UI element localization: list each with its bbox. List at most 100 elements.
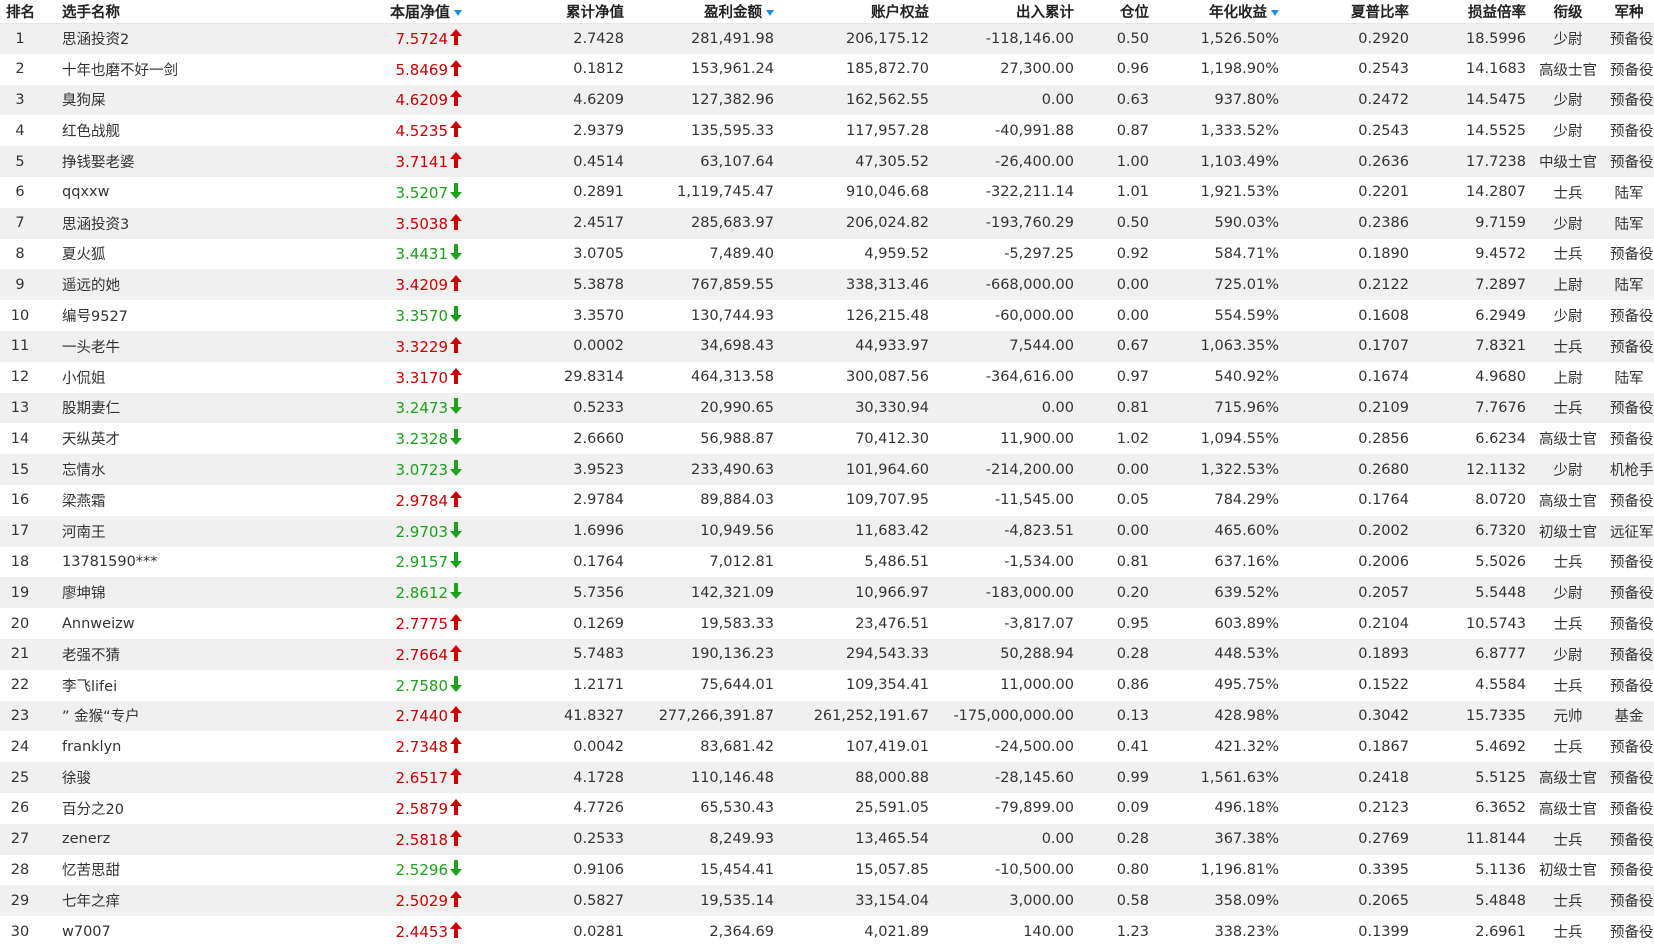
col-header-rank[interactable]: 排名 xyxy=(0,0,40,24)
table-row[interactable]: 11 一头老牛 3.3229 0.0002 34,698.43 44,933.97 7,54… xyxy=(0,330,1654,362)
cell-player-name[interactable]: 忘情水 xyxy=(40,454,240,485)
arrow-up-icon xyxy=(450,152,462,169)
cell-sharpe: 0.1608 xyxy=(1358,307,1409,324)
table-row[interactable]: 15 忘情水 3.0723 3.9523 233,490.63 101,964.60 -21… xyxy=(0,454,1654,485)
cell-player-name[interactable]: 思涵投资2 xyxy=(40,23,240,54)
table-row[interactable]: 23 ” 金猴“专户 2.7440 41.8327 277,266,391.87 261,… xyxy=(0,700,1654,732)
sort-desc-icon[interactable] xyxy=(766,9,774,16)
cell-army: 预备役 xyxy=(1610,155,1654,172)
cell-profit: 56,988.87 xyxy=(700,430,774,447)
cell-sharpe: 0.2856 xyxy=(1358,430,1409,447)
table-row[interactable]: 17 河南王 2.9703 1.6996 10,949.56 11,683.42 -4,82… xyxy=(0,515,1654,547)
col-header-equity[interactable]: 账户权益 xyxy=(780,0,935,24)
cell-sharpe: 0.1522 xyxy=(1358,677,1409,694)
col-header-army[interactable]: 军种 xyxy=(1604,0,1654,24)
table-row[interactable]: 19 廖坤锦 2.8612 5.7356 142,321.09 10,966.97 -183… xyxy=(0,577,1654,609)
table-row[interactable]: 20 Annweizw 2.7775 0.1269 19,583.33 23,476.51… xyxy=(0,608,1654,639)
cell-net-value: 5.8469 xyxy=(395,60,449,79)
table-row[interactable]: 4 红色战舰 4.5235 2.9379 135,595.33 117,957.28 -40… xyxy=(0,115,1654,147)
col-header-profit[interactable]: 盈利金额 xyxy=(630,0,780,24)
table-row[interactable]: 29 七年之痒 2.5029 0.5827 19,535.14 33,154.04 3,00… xyxy=(0,885,1654,917)
table-row[interactable]: 26 百分之20 2.5879 4.7726 65,530.43 25,591.05 -79… xyxy=(0,792,1654,824)
cell-player-name[interactable]: 十年也磨不好一剑 xyxy=(40,54,240,85)
table-row[interactable]: 25 徐骏 2.6517 4.1728 110,146.48 88,000.88 -28,1… xyxy=(0,762,1654,793)
cell-player-name[interactable]: 红色战舰 xyxy=(40,115,240,146)
cell-cum-net: 0.2533 xyxy=(573,831,624,848)
table-row[interactable]: 22 李飞lifei 2.7580 1.2171 75,644.01 109,354.41… xyxy=(0,669,1654,701)
cell-net: 2.5029 xyxy=(240,885,480,916)
cell-player-name[interactable]: 李飞lifei xyxy=(40,670,240,701)
cell-player-name[interactable]: 河南王 xyxy=(40,516,240,547)
cell-player-name[interactable]: qqxxw xyxy=(40,177,240,208)
cell-player-name[interactable]: 股期妻仁 xyxy=(40,393,240,424)
table-row[interactable]: 2 十年也磨不好一剑 5.8469 0.1812 153,961.24 185,872.7… xyxy=(0,53,1654,85)
sort-desc-icon[interactable] xyxy=(1271,9,1279,16)
table-row[interactable]: 13 股期妻仁 3.2473 0.5233 20,990.65 30,330.94 0.00… xyxy=(0,392,1654,424)
cell-player-name[interactable]: 思涵投资3 xyxy=(40,208,240,239)
cell-player-name[interactable]: 天纵英才 xyxy=(40,423,240,454)
col-header-flow[interactable]: 出入累计 xyxy=(935,0,1080,24)
cell-player-name[interactable]: 忆苦思甜 xyxy=(40,855,240,886)
table-row[interactable]: 3 臭狗屎 4.6209 4.6209 127,382.96 162,562.55 0.00… xyxy=(0,84,1654,116)
cell-player-name[interactable]: w7007 xyxy=(40,916,240,947)
cell-player-name[interactable]: 一头老牛 xyxy=(40,331,240,362)
col-header-cum-net[interactable]: 累计净值 xyxy=(480,0,630,24)
table-row[interactable]: 28 忆苦思甜 2.5296 0.9106 15,454.41 15,057.85 -10,… xyxy=(0,854,1654,886)
cell-player-name[interactable]: franklyn xyxy=(40,731,240,762)
cell-position: 0.00 xyxy=(1116,523,1149,540)
col-header-pl-ratio[interactable]: 损益倍率 xyxy=(1415,0,1532,24)
cell-flow: -193,760.29 xyxy=(985,215,1074,232)
cell-player-name[interactable]: ” 金猴“专户 xyxy=(40,701,240,732)
cell-player-name[interactable]: 七年之痒 xyxy=(40,885,240,916)
cell-player-name[interactable]: 13781590*** xyxy=(40,547,240,578)
table-row[interactable]: 10 编号9527 3.3570 3.3570 130,744.93 126,215.48… xyxy=(0,300,1654,331)
cell-player-name[interactable]: 老强不猜 xyxy=(40,639,240,670)
cell-player-name[interactable]: Annweizw xyxy=(40,608,240,639)
table-row[interactable]: 9 遥远的她 3.4209 5.3878 767,859.55 338,313.46 -66… xyxy=(0,269,1654,301)
col-header-name[interactable]: 选手名称 xyxy=(40,0,240,24)
cell-player-name[interactable]: 遥远的她 xyxy=(40,269,240,300)
col-header-title-rank[interactable]: 衔级 xyxy=(1532,0,1604,24)
cell-player-name[interactable]: 徐骏 xyxy=(40,762,240,793)
cell-player-name[interactable]: 小侃姐 xyxy=(40,362,240,393)
col-header-annual[interactable]: 年化收益 xyxy=(1155,0,1285,24)
cell-net-value: 2.5818 xyxy=(395,830,449,849)
col-header-net[interactable]: 本届净值 xyxy=(240,0,480,24)
table-row[interactable]: 24 franklyn 2.7348 0.0042 83,681.42 107,419.0… xyxy=(0,731,1654,763)
cell-player-name[interactable]: 夏火狐 xyxy=(40,239,240,270)
cell-flow: 0.00 xyxy=(1041,91,1074,108)
table-row[interactable]: 27 zenerz 2.5818 0.2533 8,249.93 13,465.54 0.0… xyxy=(0,823,1654,855)
table-row[interactable]: 1 思涵投资2 7.5724 2.7428 281,491.98 206,175.12 -1… xyxy=(0,23,1654,54)
table-row[interactable]: 6 qqxxw 3.5207 0.2891 1,119,745.47 910,046.68… xyxy=(0,176,1654,208)
cell-army: 陆军 xyxy=(1614,370,1644,387)
cell-net-value: 3.2328 xyxy=(395,430,449,449)
cell-player-name[interactable]: 臭狗屎 xyxy=(40,85,240,116)
cell-cum-net: 2.4517 xyxy=(573,215,624,232)
cell-player-name[interactable]: 廖坤锦 xyxy=(40,577,240,608)
table-row[interactable]: 8 夏火狐 3.4431 3.0705 7,489.40 4,959.52 -5,297.2… xyxy=(0,238,1654,270)
table-row[interactable]: 30 w7007 2.4453 0.0281 2,364.69 4,021.89 140.0… xyxy=(0,916,1654,947)
table-row[interactable]: 7 思涵投资3 3.5038 2.4517 285,683.97 206,024.82 -1… xyxy=(0,207,1654,239)
col-header-position[interactable]: 仓位 xyxy=(1080,0,1155,24)
cell-profit: 7,012.81 xyxy=(709,553,774,570)
cell-player-name[interactable]: 编号9527 xyxy=(40,300,240,331)
cell-player-name[interactable]: 挣钱娶老婆 xyxy=(40,146,240,177)
cell-profit: 2,364.69 xyxy=(709,923,774,940)
cell-title-rank: 中级士官 xyxy=(1539,155,1597,172)
cell-player-name[interactable]: zenerz xyxy=(40,824,240,855)
table-row[interactable]: 12 小侃姐 3.3170 29.8314 464,313.58 300,087.56 -3… xyxy=(0,361,1654,393)
table-row[interactable]: 5 挣钱娶老婆 3.7141 0.4514 63,107.64 47,305.52 -26,… xyxy=(0,146,1654,177)
cell-pl-ratio: 9.4572 xyxy=(1475,245,1526,262)
table-row[interactable]: 14 天纵英才 3.2328 2.6660 56,988.87 70,412.30 11,9… xyxy=(0,423,1654,455)
cell-player-name[interactable]: 百分之20 xyxy=(40,793,240,824)
table-row[interactable]: 16 梁燕霜 2.9784 2.9784 89,884.03 109,707.95 -11,… xyxy=(0,484,1654,516)
table-row[interactable]: 18 13781590*** 2.9157 0.1764 7,012.81 5,486.5… xyxy=(0,546,1654,578)
cell-pl-ratio: 6.8777 xyxy=(1475,646,1526,663)
cell-flow: 140.00 xyxy=(1023,923,1074,940)
cell-cum-net: 4.1728 xyxy=(573,769,624,786)
col-header-sharpe[interactable]: 夏普比率 xyxy=(1285,0,1415,24)
cell-player-name[interactable]: 梁燕霜 xyxy=(40,485,240,516)
table-row[interactable]: 21 老强不猜 2.7664 5.7483 190,136.23 294,543.33 50… xyxy=(0,638,1654,670)
cell-rank: 5 xyxy=(15,153,25,170)
sort-desc-icon[interactable] xyxy=(454,9,462,16)
